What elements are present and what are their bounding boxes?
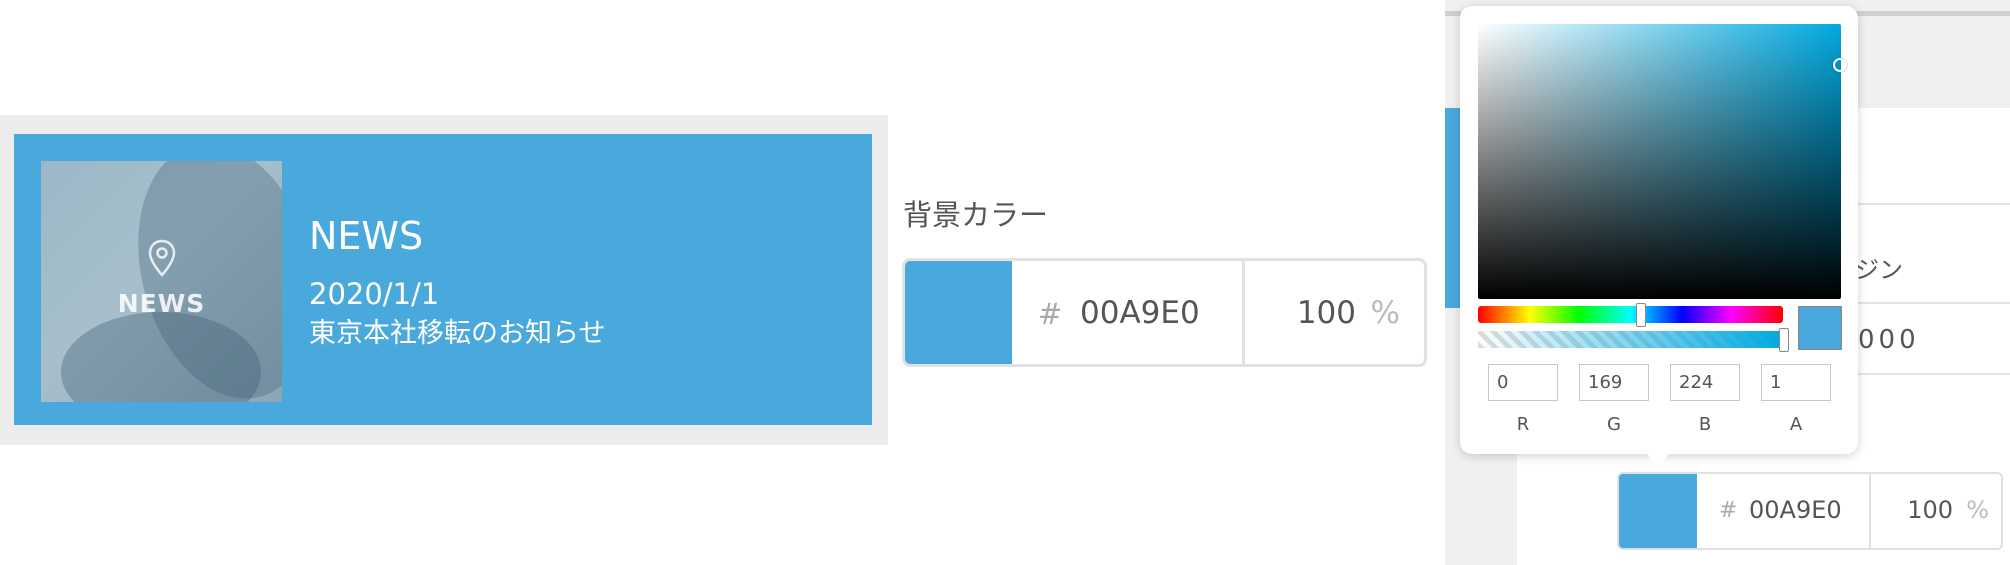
hue-slider-handle[interactable]	[1635, 303, 1646, 327]
hex-input[interactable]: 00A9E0	[1749, 496, 1842, 524]
news-thumbnail: NEWS	[41, 161, 282, 402]
background-color-field: # 00A9E0 100 %	[902, 258, 1427, 367]
color-preview-swatch	[1798, 306, 1842, 350]
news-title: NEWS	[309, 214, 424, 258]
red-label: R	[1516, 414, 1530, 435]
red-input[interactable]: 0	[1488, 364, 1558, 401]
alpha-input[interactable]: 1	[1761, 364, 1831, 401]
hash-prefix: #	[1719, 498, 1738, 523]
panel-setting-value[interactable]: 000	[1858, 325, 1920, 355]
color-swatch[interactable]	[1619, 474, 1697, 548]
alpha-slider[interactable]	[1478, 331, 1783, 348]
picker-pointer	[1643, 450, 1673, 466]
panel-setting-label: ジン	[1855, 256, 1903, 284]
alpha-slider-handle[interactable]	[1779, 328, 1789, 352]
blue-label: B	[1698, 414, 1712, 435]
alpha-label: A	[1789, 414, 1803, 435]
field-divider	[1242, 261, 1245, 364]
news-card[interactable]: NEWS NEWS 2020/1/1 東京本社移転のお知らせ	[14, 134, 872, 425]
news-date: 2020/1/1	[309, 277, 440, 311]
saturation-value-handle[interactable]	[1833, 58, 1847, 72]
location-pin-icon	[148, 239, 176, 277]
hash-prefix: #	[1038, 297, 1063, 331]
background-color-label: 背景カラー	[903, 198, 1049, 232]
blue-input[interactable]: 224	[1670, 364, 1740, 401]
panel-color-field: # 00A9E0 100 %	[1617, 472, 2003, 550]
percent-unit: %	[1370, 295, 1400, 331]
news-card-preview: NEWS NEWS 2020/1/1 東京本社移転のお知らせ	[0, 115, 888, 445]
color-swatch[interactable]	[905, 261, 1012, 364]
saturation-value-area[interactable]	[1478, 24, 1841, 299]
news-headline: 東京本社移転のお知らせ	[309, 318, 606, 349]
hue-slider[interactable]	[1478, 306, 1783, 323]
color-picker-popup: 0 169 224 1 R G B A	[1460, 6, 1858, 454]
field-divider	[1869, 474, 1871, 548]
panel-accent-bar	[1445, 108, 1461, 308]
green-input[interactable]: 169	[1579, 364, 1649, 401]
hex-input[interactable]: 00A9E0	[1080, 295, 1200, 331]
opacity-input[interactable]: 100	[1907, 496, 1953, 524]
opacity-input[interactable]: 100	[1297, 295, 1356, 331]
percent-unit: %	[1966, 496, 1989, 524]
thumbnail-label: NEWS	[117, 289, 206, 318]
green-label: G	[1607, 414, 1621, 435]
